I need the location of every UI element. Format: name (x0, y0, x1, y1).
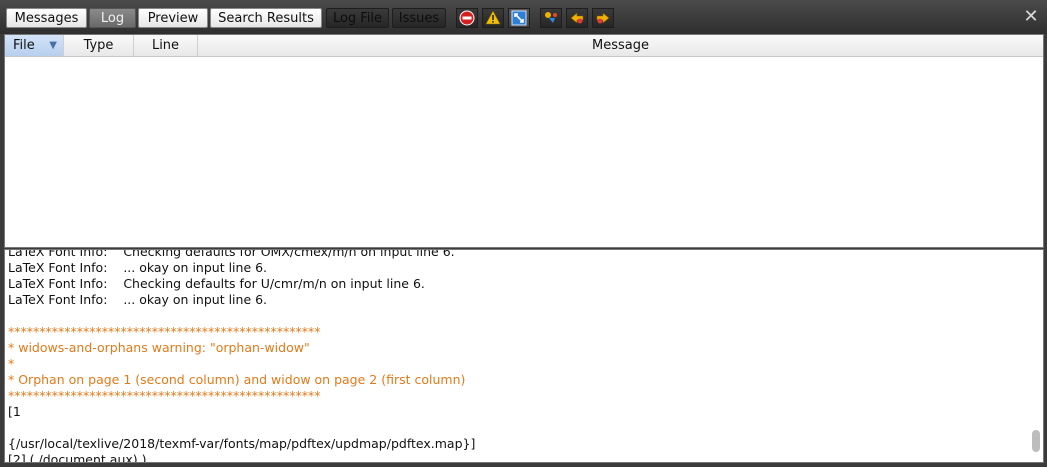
column-header-type[interactable]: Type (64, 35, 134, 56)
run-icon[interactable] (540, 8, 562, 28)
column-header-message[interactable]: Message (198, 35, 1043, 56)
tab-issues[interactable]: Issues (392, 8, 446, 28)
log-line: [2] (./document.aux) ) (8, 452, 147, 463)
table-header: File ▼ Type Line Message (5, 35, 1043, 57)
warning-filter-icon[interactable] (482, 8, 504, 28)
tab-messages[interactable]: Messages (6, 8, 87, 28)
log-line: ****************************************… (8, 388, 321, 403)
log-line: LaTeX Font Info: Checking defaults for O… (8, 249, 455, 259)
log-line: * Orphan on page 1 (second column) and w… (8, 372, 466, 387)
column-header-file[interactable]: File ▼ (5, 35, 64, 56)
log-line: [1 (8, 404, 21, 419)
tab-search-results[interactable]: Search Results (210, 8, 322, 28)
sort-descending-icon: ▼ (49, 40, 57, 51)
column-header-file-label: File (13, 38, 35, 53)
log-output[interactable]: LaTeX Font Info: Checking defaults for O… (4, 249, 1044, 463)
log-line: LaTeX Font Info: ... okay on input line … (8, 292, 268, 307)
log-line: {/usr/local/texlive/2018/texmf-var/fonts… (8, 436, 476, 451)
issues-table: File ▼ Type Line Message (4, 34, 1044, 248)
bottom-border (0, 463, 1047, 467)
log-line: LaTeX Font Info: ... okay on input line … (8, 260, 268, 275)
log-line: ****************************************… (8, 324, 321, 339)
log-lines: LaTeX Font Info: Checking defaults for O… (8, 249, 1027, 463)
column-header-line[interactable]: Line (134, 35, 198, 56)
tab-preview[interactable]: Preview (138, 8, 208, 28)
tab-log[interactable]: Log (89, 8, 136, 28)
error-filter-icon[interactable] (456, 8, 478, 28)
toolbar: Messages Log Preview Search Results Log … (0, 0, 1047, 34)
tab-log-file[interactable]: Log File (326, 8, 389, 28)
log-line: * widows-and-orphans warning: "orphan-wi… (8, 340, 310, 355)
previous-issue-icon[interactable] (566, 8, 588, 28)
close-icon[interactable]: ✕ (1023, 8, 1039, 26)
badbox-filter-icon[interactable] (508, 8, 530, 28)
next-issue-icon[interactable] (592, 8, 614, 28)
scrollbar-thumb[interactable] (1032, 430, 1040, 452)
log-line: LaTeX Font Info: Checking defaults for U… (8, 276, 425, 291)
log-line: * (8, 356, 15, 371)
